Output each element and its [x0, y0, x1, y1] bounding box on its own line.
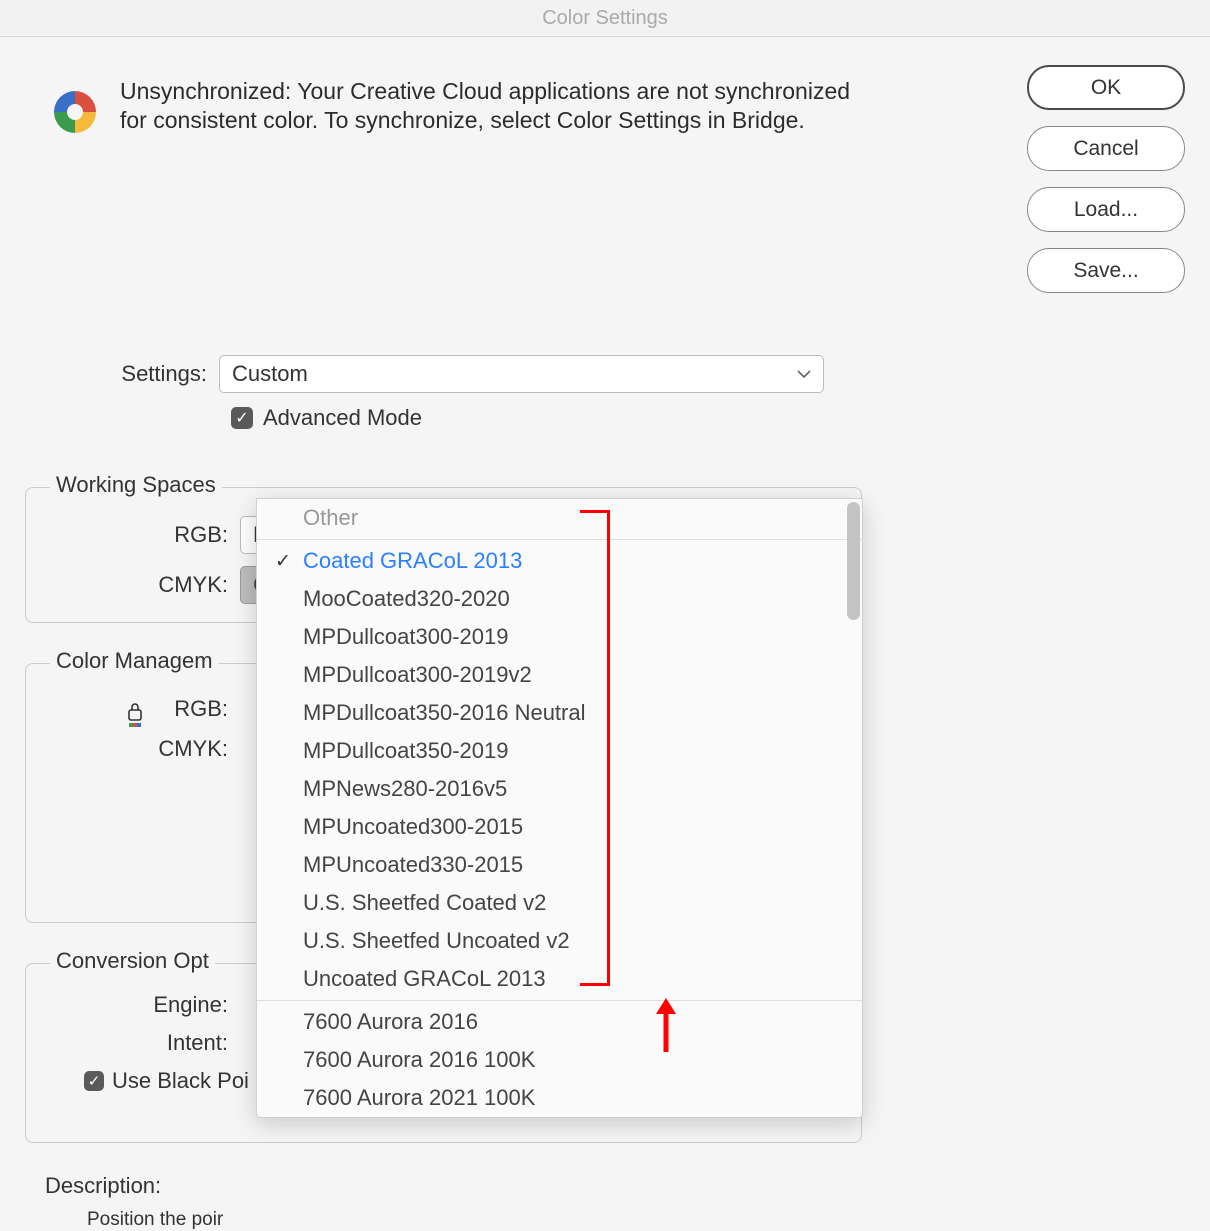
- color-management-legend: Color Managem: [50, 648, 219, 674]
- dropdown-item[interactable]: U.S. Sheetfed Uncoated v2: [257, 922, 862, 960]
- engine-label: Engine:: [46, 992, 240, 1018]
- dropdown-item-label: Uncoated GRACoL 2013: [303, 966, 546, 991]
- window-title: Color Settings: [0, 0, 1210, 37]
- dropdown-item-label: Coated GRACoL 2013: [303, 548, 522, 573]
- cmyk-label: CMYK:: [46, 572, 240, 598]
- check-icon: ✓: [275, 550, 291, 573]
- dropdown-item-label: MPUncoated330-2015: [303, 852, 523, 877]
- dropdown-item-label: MooCoated320-2020: [303, 586, 510, 611]
- chevron-down-icon: [797, 369, 811, 379]
- advanced-mode-checkbox[interactable]: ✓: [231, 407, 253, 429]
- dropdown-item-label: U.S. Sheetfed Uncoated v2: [303, 928, 570, 953]
- dropdown-item[interactable]: 7600 Aurora 2021 100K: [257, 1079, 862, 1117]
- lock-icon: [126, 700, 144, 730]
- dropdown-item-label: 7600 Aurora 2021 100K: [303, 1085, 535, 1110]
- description-label: Description:: [45, 1173, 885, 1199]
- dropdown-item[interactable]: Uncoated GRACoL 2013: [257, 960, 862, 998]
- dropdown-item[interactable]: MPNews280-2016v5: [257, 770, 862, 808]
- dropdown-item-label: 7600 Aurora 2016: [303, 1009, 478, 1034]
- advanced-mode-label: Advanced Mode: [263, 405, 422, 431]
- cancel-button[interactable]: Cancel: [1027, 126, 1185, 171]
- dropdown-item[interactable]: MPDullcoat350-2019: [257, 732, 862, 770]
- black-point-label: Use Black Poi: [112, 1068, 249, 1094]
- dropdown-item-label: MPDullcoat300-2019v2: [303, 662, 532, 687]
- intent-label: Intent:: [46, 1030, 240, 1056]
- dropdown-item-label: MPNews280-2016v5: [303, 776, 507, 801]
- load-button[interactable]: Load...: [1027, 187, 1185, 232]
- dropdown-header: Other: [257, 499, 862, 537]
- dropdown-item[interactable]: MPUncoated300-2015: [257, 808, 862, 846]
- settings-select[interactable]: Custom: [219, 355, 824, 393]
- settings-label: Settings:: [25, 361, 219, 387]
- dropdown-item[interactable]: MPDullcoat350-2016 Neutral: [257, 694, 862, 732]
- color-sync-icon: [50, 87, 100, 137]
- dropdown-item-label: MPDullcoat350-2016 Neutral: [303, 700, 586, 725]
- working-spaces-legend: Working Spaces: [50, 472, 222, 498]
- save-button[interactable]: Save...: [1027, 248, 1185, 293]
- dropdown-item-label: MPDullcoat350-2019: [303, 738, 508, 763]
- dropdown-item[interactable]: 7600 Aurora 2016 100K: [257, 1041, 862, 1079]
- dropdown-item[interactable]: U.S. Sheetfed Coated v2: [257, 884, 862, 922]
- cm-cmyk-label: CMYK:: [46, 736, 240, 762]
- dropdown-item[interactable]: MPUncoated330-2015: [257, 846, 862, 884]
- dropdown-separator: [257, 539, 862, 540]
- rgb-label: RGB:: [46, 522, 240, 548]
- dropdown-item[interactable]: ✓ Coated GRACoL 2013: [257, 542, 862, 580]
- ok-button[interactable]: OK: [1027, 65, 1185, 110]
- dropdown-item[interactable]: MPDullcoat300-2019v2: [257, 656, 862, 694]
- dropdown-item[interactable]: 7600 Aurora 2016: [257, 1003, 862, 1041]
- dropdown-item[interactable]: MPDullcoat300-2019: [257, 618, 862, 656]
- description-text: Position the poir: [87, 1209, 885, 1231]
- cmyk-dropdown: Other ✓ Coated GRACoL 2013 MooCoated320-20…: [256, 498, 863, 1118]
- sync-message: Unsynchronized: Your Creative Cloud appl…: [120, 77, 875, 135]
- dropdown-item-label: MPUncoated300-2015: [303, 814, 523, 839]
- dropdown-item-label: U.S. Sheetfed Coated v2: [303, 890, 546, 915]
- conversion-legend: Conversion Opt: [50, 948, 215, 974]
- black-point-checkbox[interactable]: ✓: [84, 1071, 104, 1091]
- settings-value: Custom: [232, 361, 308, 386]
- dropdown-item[interactable]: MooCoated320-2020: [257, 580, 862, 618]
- dropdown-item-label: MPDullcoat300-2019: [303, 624, 508, 649]
- dropdown-separator: [257, 1000, 862, 1001]
- dropdown-item-label: 7600 Aurora 2016 100K: [303, 1047, 535, 1072]
